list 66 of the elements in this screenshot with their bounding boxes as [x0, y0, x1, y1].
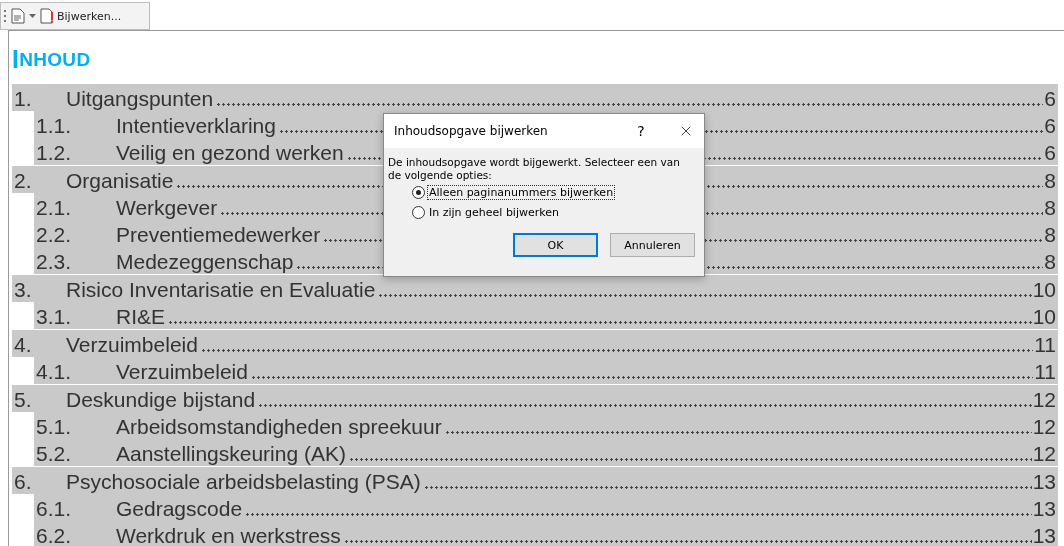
entry-number: 6. — [13, 470, 33, 494]
caret-icon[interactable] — [29, 14, 36, 18]
cancel-button[interactable]: Annuleren — [610, 233, 695, 257]
page-number: 12 — [1032, 442, 1056, 466]
entry-number: 3.1. — [35, 305, 73, 329]
entry-number: 5.2. — [35, 442, 73, 466]
page-number: 8 — [1044, 169, 1056, 193]
entry-title: Deskundige bijstand — [66, 388, 256, 412]
entry-number: 6.2. — [35, 524, 73, 546]
radio-button[interactable] — [412, 205, 425, 219]
entry-title: Risico Inventarisatie en Evaluatie — [66, 278, 376, 302]
page-number: 6 — [1044, 87, 1056, 111]
entry-title: Veilig en gezond werken — [116, 141, 344, 165]
option-label[interactable]: In zijn geheel bijwerken — [428, 205, 560, 219]
entry-title: Verzuimbeleid — [66, 333, 198, 357]
entry-title: Gedragscode — [116, 497, 243, 521]
entry-number: 2.2. — [35, 223, 73, 247]
update-button[interactable]: Bijwerken... — [40, 8, 122, 24]
dialog-title: Inhoudsopgave bijwerken — [394, 124, 549, 138]
entry-title: Preventiemedewerker — [116, 223, 321, 247]
entry-title: Werkgever — [116, 196, 218, 220]
entry-title: Medezeggenschap — [116, 250, 294, 274]
page-number: 13 — [1032, 524, 1056, 546]
entry-number: 3. — [13, 278, 33, 302]
page-number: 8 — [1044, 196, 1056, 220]
page-number: 11 — [1034, 333, 1056, 357]
page-icon — [40, 8, 54, 24]
radio-button[interactable] — [412, 185, 425, 199]
entry-number: 4.1. — [35, 360, 73, 384]
entry-number: 5.1. — [35, 415, 73, 439]
entry-number: 1.1. — [35, 114, 73, 138]
entry-title: RI&E — [116, 305, 165, 329]
page-number: 8 — [1044, 223, 1056, 247]
page-number: 10 — [1032, 305, 1056, 329]
document-icon[interactable] — [11, 8, 25, 24]
page-number: 11 — [1034, 360, 1056, 384]
page-number: 12 — [1032, 415, 1056, 439]
ok-button[interactable]: OK — [513, 233, 598, 257]
entry-number: 6.1. — [35, 497, 73, 521]
page-number: 13 — [1032, 497, 1056, 521]
entry-title: Intentieverklaring — [116, 114, 276, 138]
page-number: 13 — [1032, 470, 1056, 494]
entry-title: Psychosociale arbeidsbelasting (PSA) — [66, 470, 421, 494]
entry-number: 1. — [13, 87, 33, 111]
entry-title: Verzuimbeleid — [116, 360, 248, 384]
entry-title: Uitgangspunten — [66, 87, 214, 111]
entry-title: Aanstellingskeuring (AK) — [116, 442, 346, 466]
entry-title: Arbeidsomstandigheden spreekuur — [116, 415, 442, 439]
entry-number: 1.2. — [35, 141, 73, 165]
entry-number: 2.3. — [35, 250, 73, 274]
entry-number: 4. — [13, 333, 33, 357]
heading: INHOUD — [12, 44, 92, 75]
grip-icon — [4, 9, 7, 23]
entry-title: Werkdruk en werkstress — [116, 524, 341, 546]
entry-number: 5. — [13, 388, 33, 412]
option-label[interactable]: Alleen paginanummers bijwerken — [428, 185, 615, 199]
page-number: 8 — [1044, 250, 1056, 274]
entry-number: 2. — [13, 169, 33, 193]
page-number: 12 — [1032, 388, 1056, 412]
help-button[interactable]: ? — [626, 123, 656, 139]
dialog-message: De inhoudsopgave wordt bijgewerkt. Selecteer een van de volgende opties: — [388, 156, 681, 182]
entry-number: 2.1. — [35, 196, 73, 220]
page-number: 6 — [1044, 114, 1056, 138]
page-number: 10 — [1032, 278, 1056, 302]
page-number: 6 — [1044, 141, 1056, 165]
entry-title: Organisatie — [66, 169, 174, 193]
